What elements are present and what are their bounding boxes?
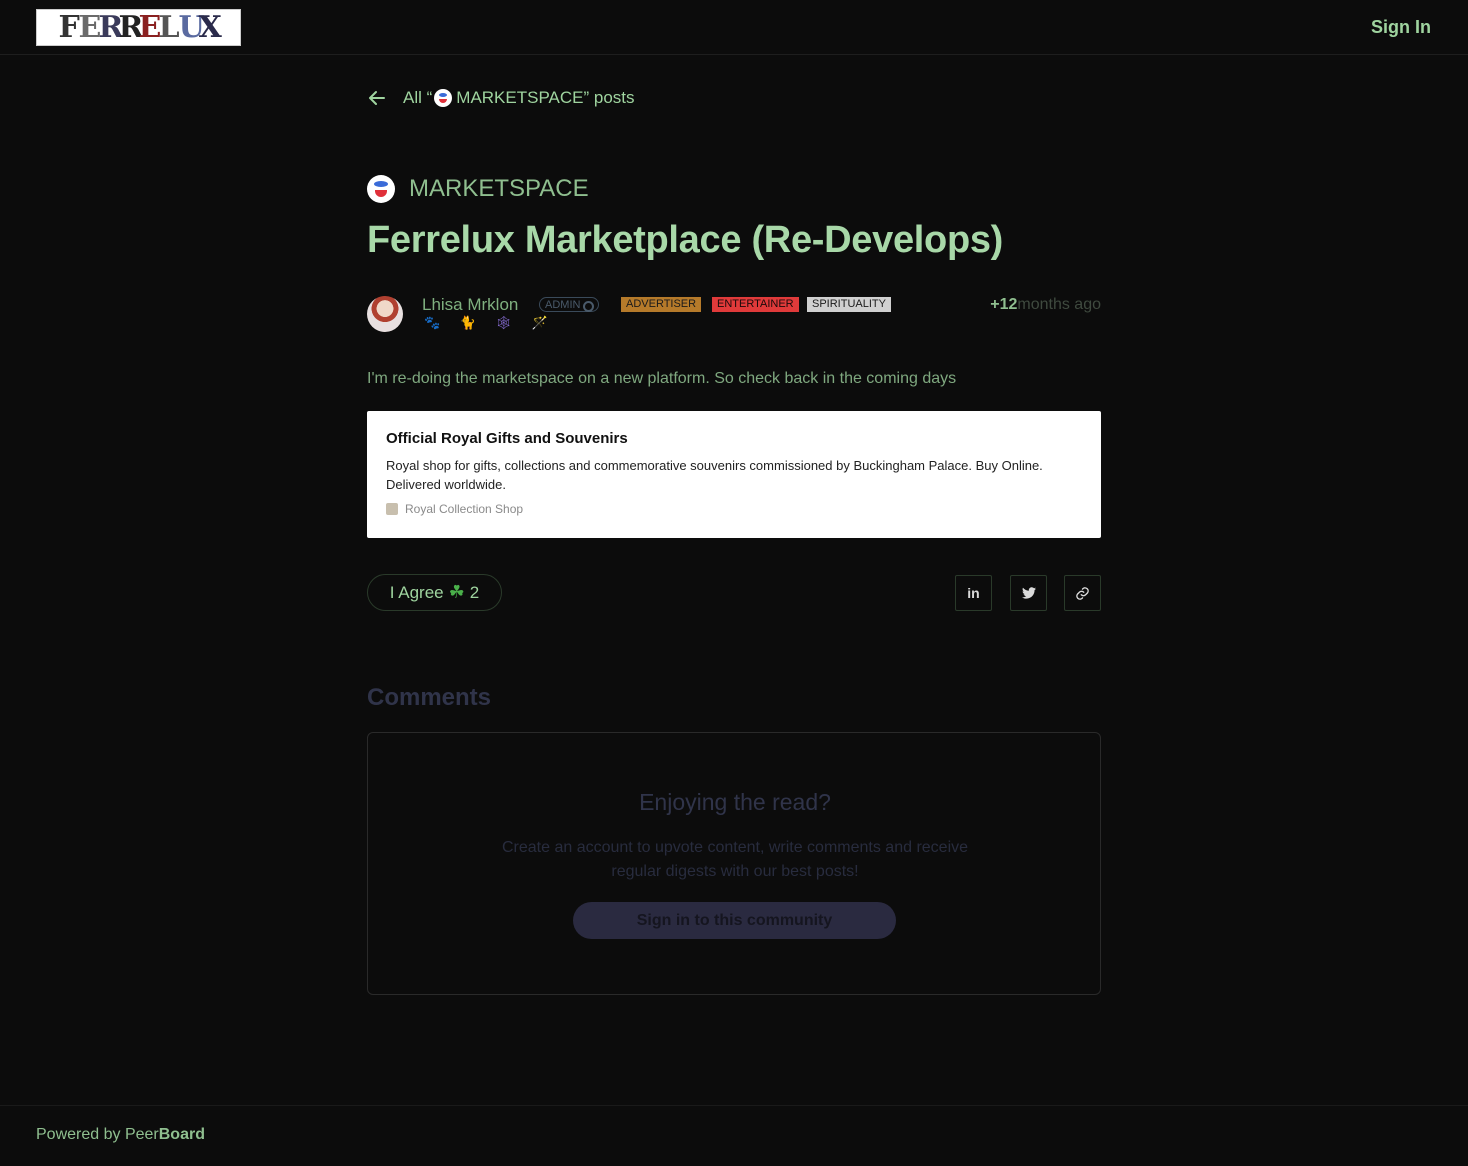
copy-link-button[interactable] <box>1064 575 1101 611</box>
signup-cta-box: Enjoying the read? Create an account to … <box>367 732 1101 995</box>
favicon-icon <box>386 503 398 515</box>
logo-letter: L <box>158 10 180 45</box>
time-value: +12 <box>990 296 1018 313</box>
avatar[interactable] <box>367 296 403 332</box>
powered-by-link[interactable]: Powered by PeerBoard <box>36 1126 205 1144</box>
site-logo[interactable]: F E R R E L U X <box>36 9 241 46</box>
back-link-suffix: ” posts <box>583 88 635 107</box>
powered-by-brand: Board <box>158 1126 205 1143</box>
spirituality-badge: SPIRITUALITY <box>807 297 891 312</box>
back-to-category-link[interactable]: All “ MARKETSPACE ” posts <box>367 88 635 108</box>
logo-letter: X <box>198 10 222 45</box>
link-preview-source: Royal Collection Shop <box>386 502 1082 516</box>
reaction-label: I Agree <box>389 582 444 602</box>
back-link-prefix: All “ <box>403 88 433 107</box>
post-timestamp: +12months ago <box>990 296 1101 314</box>
author-name[interactable]: Lhisa Mrklon <box>422 295 518 315</box>
clown-face-icon <box>434 89 453 107</box>
logo-letter: U <box>178 10 205 45</box>
link-preview-title: Official Royal Gifts and Souvenirs <box>386 430 628 447</box>
footer: Powered by PeerBoard <box>0 1105 1468 1166</box>
author-row: Lhisa Mrklon 🐾 🐈 🕸 🪄 ADMIN ADVERTISER EN… <box>367 294 1101 338</box>
link-preview-source-name: Royal Collection Shop <box>405 502 524 516</box>
comments-heading: Comments <box>367 684 492 711</box>
author-status-emojis: 🐾 🐈 🕸 🪄 <box>424 315 556 330</box>
twitter-icon <box>1021 587 1036 599</box>
time-unit: months ago <box>1017 296 1101 313</box>
post-category[interactable]: MARKETSPACE <box>367 175 589 203</box>
logo-letter: R <box>98 10 124 45</box>
share-linkedin-button[interactable]: in <box>955 575 992 611</box>
sign-in-community-button[interactable]: Sign in to this community <box>573 902 896 939</box>
logo-letter: E <box>78 10 102 45</box>
cta-description: Create an account to upvote content, wri… <box>501 839 969 880</box>
post-body: I'm re-doing the marketspace on a new pl… <box>367 370 957 387</box>
link-preview-description: Royal shop for gifts, collections and co… <box>386 458 1043 492</box>
back-link-category: MARKETSPACE <box>456 88 584 107</box>
clown-face-icon <box>367 175 395 203</box>
shamrock-icon: ☘ <box>448 582 465 602</box>
logo-letter: F <box>58 10 80 45</box>
powered-by-prefix: Powered by Peer <box>36 1126 159 1143</box>
linkedin-icon: in <box>967 585 980 601</box>
category-label: MARKETSPACE <box>409 175 589 202</box>
logo-letter: R <box>118 10 144 45</box>
advertiser-badge: ADVERTISER <box>621 297 702 312</box>
logo-letter: E <box>138 10 162 45</box>
reaction-count: 2 <box>469 582 480 602</box>
arrow-left-icon <box>369 91 385 105</box>
sign-in-link[interactable]: Sign In <box>1371 17 1431 38</box>
share-twitter-button[interactable] <box>1010 575 1047 611</box>
link-preview-card[interactable]: Official Royal Gifts and Souvenirs Royal… <box>367 411 1101 538</box>
post-title: Ferrelux Marketplace (Re-Develops) <box>367 219 1004 261</box>
top-bar: F E R R E L U X Sign In <box>0 0 1468 55</box>
entertainer-badge: ENTERTAINER <box>712 297 799 312</box>
cta-title: Enjoying the read? <box>639 789 831 815</box>
admin-badge: ADMIN <box>539 297 600 312</box>
agree-reaction-button[interactable]: I Agree ☘ 2 <box>367 574 502 611</box>
link-icon <box>1076 586 1089 600</box>
